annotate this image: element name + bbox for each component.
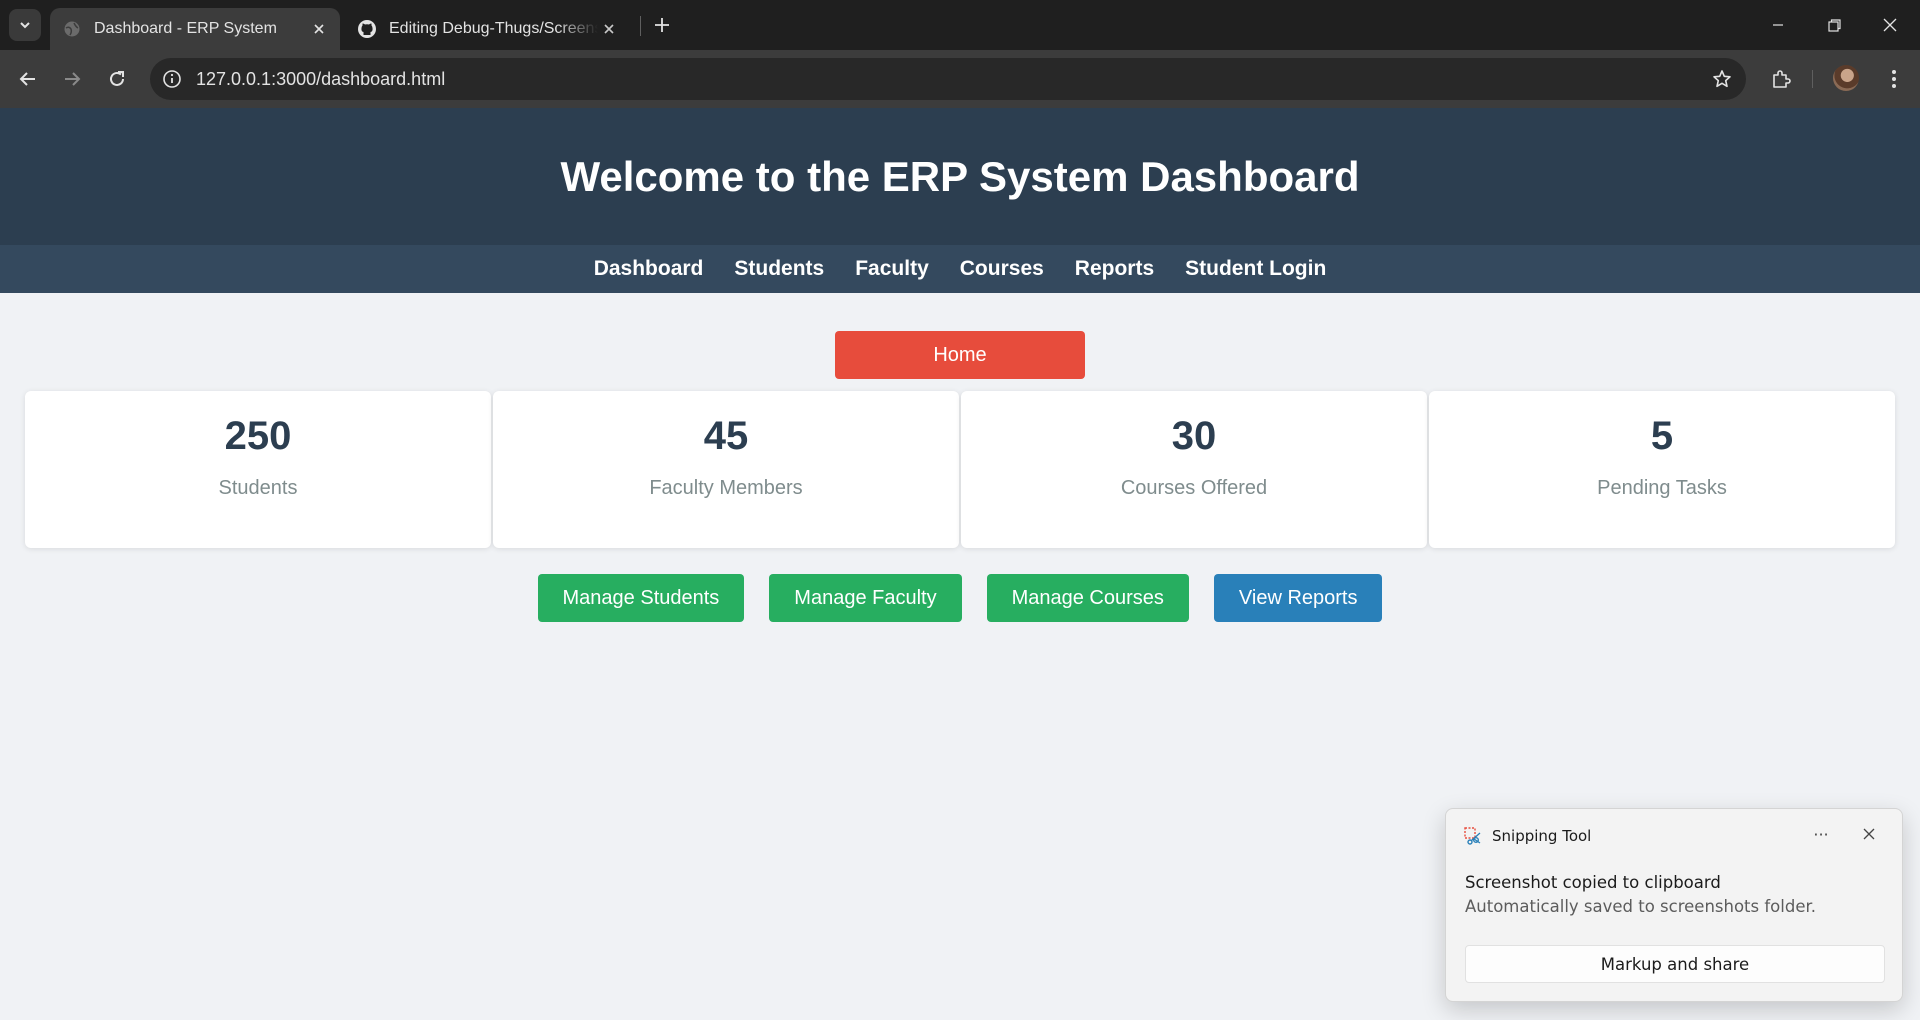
- restore-icon: [1827, 18, 1841, 32]
- tab-separator: [640, 16, 641, 36]
- nav-courses[interactable]: Courses: [960, 257, 1044, 281]
- main-nav: Dashboard Students Faculty Courses Repor…: [0, 245, 1920, 293]
- stat-label: Pending Tasks: [1597, 477, 1727, 499]
- stat-value: 45: [703, 414, 749, 458]
- tab-title: Dashboard - ERP System: [94, 20, 277, 37]
- tab-title: Editing Debug-Thugs/Screenshots: [389, 20, 598, 37]
- nav-reports[interactable]: Reports: [1075, 257, 1154, 281]
- stat-card-students: 250 Students: [25, 391, 491, 548]
- page-header: Welcome to the ERP System Dashboard: [0, 108, 1920, 245]
- toast-more-button[interactable]: ···: [1806, 823, 1836, 845]
- extensions-button[interactable]: [1765, 63, 1797, 95]
- stat-label: Faculty Members: [649, 477, 803, 499]
- tab-github[interactable]: Editing Debug-Thugs/Screenshots: [345, 8, 630, 50]
- back-button[interactable]: [12, 63, 44, 95]
- nav-students[interactable]: Students: [734, 257, 824, 281]
- stats-row: 250 Students 45 Faculty Members 30 Cours…: [25, 391, 1895, 548]
- arrow-left-icon: [19, 72, 35, 86]
- nav-dashboard[interactable]: Dashboard: [594, 257, 704, 281]
- close-icon: [1883, 18, 1897, 32]
- close-window-button[interactable]: [1862, 0, 1918, 50]
- manage-courses-button[interactable]: Manage Courses: [986, 574, 1189, 622]
- toolbar-separator: [1812, 70, 1813, 88]
- close-tab-icon[interactable]: [308, 18, 330, 40]
- browser-toolbar: 127.0.0.1:3000/dashboard.html: [0, 50, 1920, 108]
- new-tab-button[interactable]: [648, 11, 676, 39]
- address-bar[interactable]: 127.0.0.1:3000/dashboard.html: [150, 58, 1746, 100]
- page-title: Welcome to the ERP System Dashboard: [560, 152, 1360, 200]
- chevron-down-icon: [20, 22, 30, 29]
- home-wrapper: Home: [0, 331, 1920, 379]
- close-tab-icon[interactable]: [598, 18, 620, 40]
- arrow-right-icon: [65, 72, 81, 86]
- site-info-icon[interactable]: [160, 67, 184, 91]
- plus-icon: [655, 18, 669, 32]
- toast-app-header: Snipping Tool: [1464, 827, 1591, 845]
- stat-card-faculty: 45 Faculty Members: [493, 391, 959, 548]
- manage-students-button[interactable]: Manage Students: [537, 574, 745, 622]
- browser-menu-button[interactable]: [1878, 63, 1910, 95]
- puzzle-icon: [1773, 70, 1791, 88]
- stat-value: 5: [1650, 414, 1674, 458]
- url-text: 127.0.0.1:3000/dashboard.html: [196, 69, 446, 89]
- snipping-tool-icon: [1464, 827, 1481, 845]
- toast-subtitle: Automatically saved to screenshots folde…: [1465, 897, 1816, 916]
- stat-label: Courses Offered: [1120, 477, 1268, 499]
- minimize-icon: [1773, 24, 1783, 26]
- profile-avatar[interactable]: [1833, 65, 1859, 91]
- tab-strip: Dashboard - ERP System Editing Debug-Thu…: [0, 0, 1920, 50]
- github-icon: [357, 19, 377, 39]
- reload-icon: [110, 71, 124, 86]
- toast-app-name: Snipping Tool: [1492, 827, 1592, 845]
- forward-button[interactable]: [56, 63, 88, 95]
- minimize-button[interactable]: [1750, 0, 1806, 50]
- tab-dashboard[interactable]: Dashboard - ERP System: [50, 8, 340, 50]
- action-buttons: Manage Students Manage Faculty Manage Co…: [0, 574, 1920, 622]
- stat-label: Students: [218, 477, 298, 499]
- tab-search-button[interactable]: [9, 9, 41, 41]
- stat-value: 30: [1171, 414, 1217, 458]
- markup-and-share-button[interactable]: Markup and share: [1465, 945, 1885, 983]
- reload-button[interactable]: [101, 63, 133, 95]
- nav-student-login[interactable]: Student Login: [1185, 257, 1326, 281]
- toast-title: Screenshot copied to clipboard: [1465, 873, 1721, 892]
- home-button[interactable]: Home: [835, 331, 1085, 379]
- bookmark-star-icon[interactable]: [1710, 67, 1734, 91]
- restore-button[interactable]: [1806, 0, 1862, 50]
- manage-faculty-button[interactable]: Manage Faculty: [769, 574, 962, 622]
- stat-value: 250: [224, 414, 292, 458]
- stat-card-courses: 30 Courses Offered: [961, 391, 1427, 548]
- nav-faculty[interactable]: Faculty: [855, 257, 929, 281]
- globe-icon: [62, 19, 82, 39]
- close-icon: [1863, 828, 1875, 840]
- snipping-toast: Snipping Tool ··· Screenshot copied to c…: [1445, 808, 1903, 1002]
- kebab-menu-icon: [1892, 70, 1896, 88]
- toast-close-button[interactable]: [1856, 821, 1882, 847]
- stat-card-tasks: 5 Pending Tasks: [1429, 391, 1895, 548]
- view-reports-button[interactable]: View Reports: [1213, 574, 1383, 622]
